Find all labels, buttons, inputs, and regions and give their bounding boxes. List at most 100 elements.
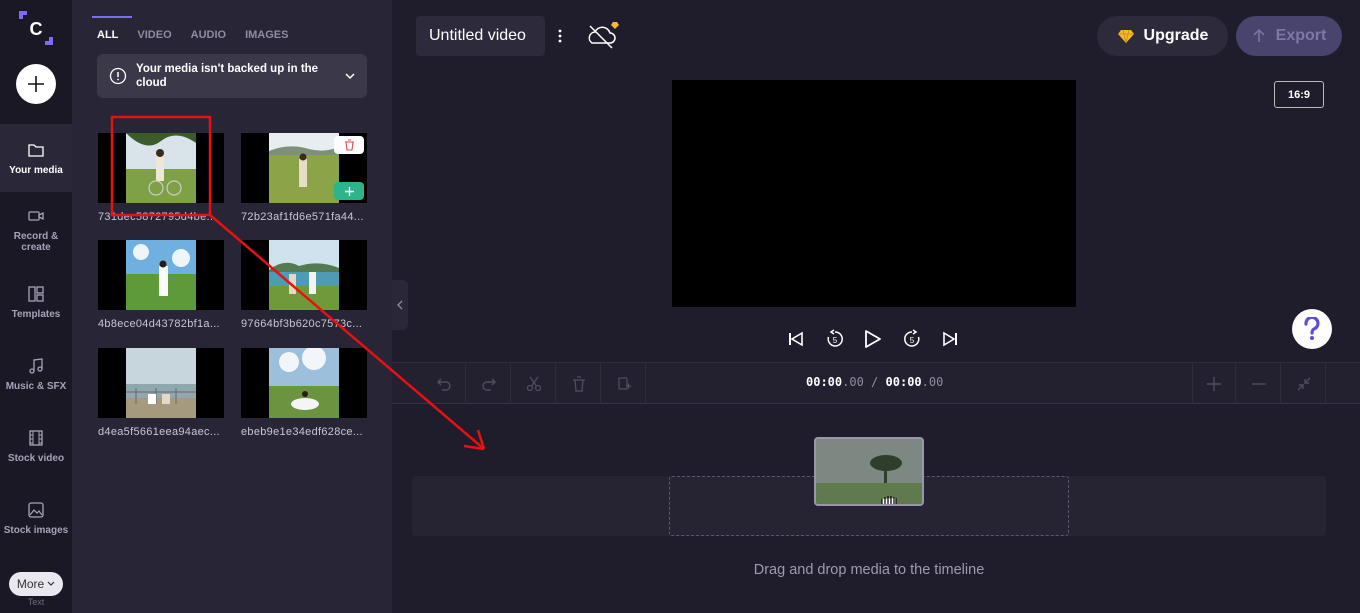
export-arrow-icon [1253, 28, 1265, 42]
backup-notice[interactable]: Your media isn't backed up in the cloud [97, 54, 367, 98]
nav-your-media[interactable]: Your media [0, 124, 72, 192]
timecode-display: 00:00.00 / 00:00.00 [806, 375, 943, 389]
nav-templates[interactable]: Templates [0, 268, 72, 336]
film-icon [29, 429, 43, 446]
media-preview-image [269, 240, 339, 310]
forward-5-icon: 5 [903, 329, 920, 347]
add-to-timeline-button[interactable] [334, 182, 364, 200]
split-button[interactable] [512, 363, 556, 405]
zoom-in-button[interactable] [1192, 363, 1236, 405]
redo-button[interactable] [467, 363, 511, 405]
media-item-name: 72b23af1fd6e571fa44... [241, 211, 364, 223]
nav-stock-images[interactable]: Stock images [0, 484, 72, 552]
media-item[interactable]: 4b8ece04d43782bf1a... [98, 240, 224, 330]
skip-back-icon [789, 331, 803, 347]
svg-text:5: 5 [832, 336, 837, 345]
nav-stock-video[interactable]: Stock video [0, 412, 72, 480]
skip-to-end-button[interactable] [937, 326, 963, 352]
tab-images[interactable]: IMAGES [245, 16, 288, 41]
media-item-name: 97664bf3b620c7573c... [241, 318, 363, 330]
tree-image [816, 439, 922, 504]
playback-controls: 5 5 [783, 324, 963, 354]
nav-label: Templates [11, 308, 61, 320]
nav-music-sfx[interactable]: Music & SFX [0, 340, 72, 408]
templates-icon [28, 285, 44, 302]
chevron-down-icon [47, 581, 55, 586]
media-thumbnail[interactable] [98, 348, 224, 418]
scissors-icon [526, 376, 541, 392]
media-item-name: d4ea5f5661eea94aec... [98, 426, 220, 438]
tab-video[interactable]: VIDEO [137, 16, 171, 41]
media-preview-image [269, 133, 339, 203]
time-separator: / [871, 375, 879, 389]
media-thumbnail[interactable] [241, 240, 367, 310]
video-camera-icon [28, 211, 44, 221]
aspect-ratio-button[interactable]: 16:9 [1274, 81, 1324, 108]
undo-icon [436, 378, 451, 391]
image-icon [28, 501, 44, 518]
skip-to-start-button[interactable] [783, 326, 809, 352]
rewind-5-icon: 5 [826, 329, 843, 347]
trash-icon [344, 139, 354, 151]
more-label: More [16, 577, 45, 591]
upgrade-label: Upgrade [1143, 27, 1209, 44]
more-button[interactable]: More [9, 572, 63, 596]
svg-text:C: C [30, 19, 43, 39]
media-preview-image [126, 348, 196, 418]
question-icon [1304, 317, 1320, 340]
delete-media-button[interactable] [334, 136, 364, 154]
media-thumbnail[interactable] [241, 133, 367, 203]
dragging-media-thumbnail[interactable] [814, 437, 924, 506]
media-item[interactable]: 72b23af1fd6e571fa44... [241, 133, 367, 223]
play-icon [865, 330, 881, 348]
grab-hand-icon [881, 496, 897, 504]
drop-hint: Drag and drop media to the timeline [753, 562, 985, 578]
clipchamp-logo[interactable]: C [16, 8, 56, 48]
minus-icon [1251, 383, 1266, 385]
svg-text:5: 5 [909, 336, 914, 345]
cloud-off-icon[interactable] [585, 20, 621, 52]
upgrade-button[interactable]: Upgrade [1097, 16, 1228, 56]
media-item[interactable]: 97664bf3b620c7573c... [241, 240, 367, 330]
tab-all[interactable]: ALL [91, 16, 133, 41]
zoom-out-button[interactable] [1237, 363, 1281, 405]
backup-notice-text: Your media isn't backed up in the cloud [136, 63, 319, 89]
media-thumbnail[interactable] [241, 348, 367, 418]
music-note-icon [29, 357, 43, 374]
duplicate-icon [617, 377, 631, 390]
skip-forward-icon [943, 331, 957, 347]
more-options-icon[interactable] [553, 26, 567, 46]
media-item[interactable]: ebeb9e1e34edf628ce... [241, 348, 367, 438]
media-item-name: ebeb9e1e34edf628ce... [241, 426, 363, 438]
nav-record-create[interactable]: Record & create [0, 196, 72, 264]
more-sublabel: Text [27, 597, 45, 607]
plus-icon [344, 186, 354, 196]
total-time: 00:00 [885, 375, 922, 389]
export-button[interactable]: Export [1236, 16, 1342, 56]
media-tabs: ALL VIDEO AUDIO IMAGES [91, 16, 307, 41]
play-button[interactable] [860, 326, 886, 352]
create-new-button[interactable] [16, 64, 56, 104]
tab-audio[interactable]: AUDIO [191, 16, 226, 41]
current-time: 00:00 [806, 375, 843, 389]
media-item[interactable]: d4ea5f5661eea94aec... [98, 348, 224, 438]
forward-5s-button[interactable]: 5 [899, 326, 925, 352]
trash-icon [572, 376, 585, 392]
media-preview-image [126, 133, 196, 203]
collapse-panel-handle[interactable] [392, 280, 408, 330]
fit-timeline-button[interactable] [1282, 363, 1326, 405]
nav-label: Stock video [7, 452, 65, 464]
help-button[interactable] [1292, 309, 1332, 349]
rewind-5s-button[interactable]: 5 [822, 326, 848, 352]
duplicate-button[interactable] [602, 363, 646, 405]
media-item[interactable]: 731dec5872795d4be... [98, 133, 224, 223]
project-title[interactable]: Untitled video [416, 16, 545, 56]
media-item-name: 731dec5872795d4be... [98, 211, 217, 223]
media-thumbnail[interactable] [98, 240, 224, 310]
nav-label: Music & SFX [5, 380, 67, 392]
undo-button[interactable] [422, 363, 466, 405]
video-preview [672, 80, 1076, 307]
delete-button[interactable] [557, 363, 601, 405]
media-thumbnail[interactable] [98, 133, 224, 203]
collapse-icon [1297, 377, 1310, 391]
